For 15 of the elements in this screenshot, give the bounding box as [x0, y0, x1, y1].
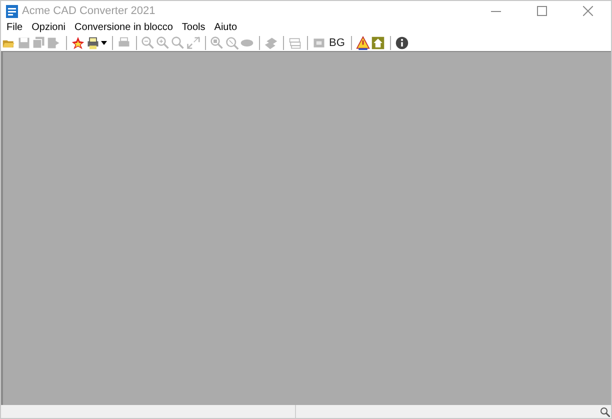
toolbar-button[interactable]	[71, 35, 86, 51]
caret-icon	[101, 41, 107, 45]
menu-item[interactable]: Conversione in blocco	[70, 21, 178, 35]
toolbar-button[interactable]	[394, 35, 410, 51]
app-icon	[6, 4, 18, 18]
background-button[interactable]: BG	[327, 35, 347, 51]
close-icon	[583, 6, 593, 16]
menu-item[interactable]: Opzioni	[27, 21, 70, 35]
menu-item[interactable]: Aiuto	[210, 21, 242, 35]
toolbar-button[interactable]	[356, 35, 371, 51]
menu-item[interactable]: Tools	[177, 21, 210, 35]
maximize-icon	[537, 6, 547, 16]
dropdown-button[interactable]	[86, 35, 108, 51]
window-title: Acme CAD Converter 2021	[22, 4, 156, 19]
menu-item[interactable]: File	[2, 21, 28, 35]
